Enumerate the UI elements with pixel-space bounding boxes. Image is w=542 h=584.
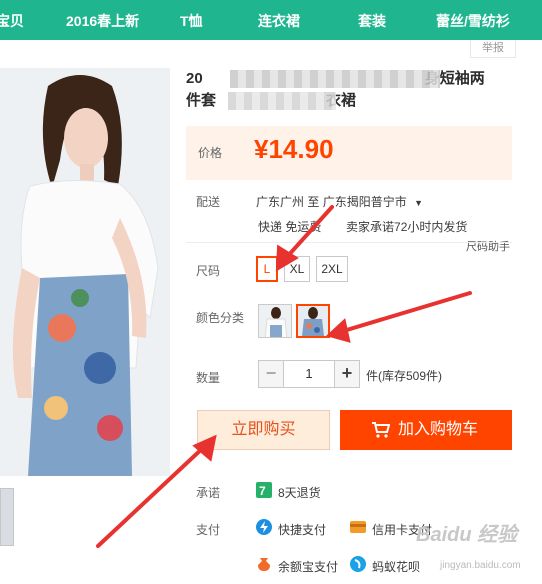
quantity-increase-button[interactable]: +: [334, 360, 360, 388]
huabei-icon: [350, 556, 366, 572]
payment-label: 支付: [196, 523, 221, 537]
price-label: 价格: [198, 146, 223, 160]
size-helper-link[interactable]: 尺码助手: [466, 238, 510, 254]
arrowhead-color: [326, 318, 351, 343]
quick-pay-icon: [256, 519, 272, 535]
buy-now-button[interactable]: 立即购买: [197, 410, 330, 450]
title-redaction-mosaic-2: [228, 92, 336, 110]
huabei-pay[interactable]: 蚂蚁花呗: [372, 558, 420, 575]
size-option-l[interactable]: L: [256, 256, 278, 282]
ship-to-word: 至: [307, 195, 320, 209]
gallery-thumbnail[interactable]: [0, 488, 14, 546]
category-nav: 宝贝 2016春上新 T恤 连衣裙 套装 蕾丝/雪纺衫: [0, 0, 542, 40]
product-main-image[interactable]: [0, 68, 170, 476]
arrow-to-color: [338, 291, 472, 334]
yuebao-pay[interactable]: 余额宝支付: [278, 558, 338, 575]
nav-item-lace[interactable]: 蕾丝/雪纺衫: [436, 11, 510, 31]
quantity-input[interactable]: 1: [284, 360, 334, 388]
shipping-label: 配送: [196, 195, 221, 209]
size-option-2xl[interactable]: 2XL: [316, 256, 348, 282]
nav-item-dress[interactable]: 连衣裙: [258, 11, 300, 31]
ship-to: 广东揭阳普宁市: [322, 195, 407, 209]
color-swatch-image: [259, 305, 291, 337]
nav-item-tshirt[interactable]: T恤: [180, 11, 203, 31]
nav-item-suit[interactable]: 套装: [358, 11, 386, 31]
price-value: ¥14.90: [254, 134, 334, 164]
ship-from: 广东广州: [256, 195, 305, 209]
color-label: 颜色分类: [196, 311, 245, 325]
color-option-2[interactable]: [296, 304, 330, 338]
chevron-down-icon[interactable]: ▼: [414, 198, 423, 208]
quantity-decrease-button[interactable]: −: [258, 360, 284, 388]
price-panel: 价格 ¥14.90: [186, 126, 512, 180]
color-option-1[interactable]: [258, 304, 292, 338]
express-free: 快递 免运费: [258, 220, 322, 234]
baidu-jingyan-watermark: Baidu 经验: [416, 524, 518, 546]
watermark-url: jingyan.baidu.com: [440, 560, 521, 571]
add-to-cart-label: 加入购物车: [397, 421, 478, 438]
svg-text:7: 7: [259, 484, 266, 498]
nav-item-spring-new[interactable]: 2016春上新: [66, 11, 139, 31]
promise-label: 承诺: [196, 486, 221, 500]
divider: [186, 242, 512, 243]
title-line2-start: 件套: [186, 92, 217, 109]
return-7day-icon: 7: [256, 482, 272, 498]
return-policy[interactable]: 8天退货: [278, 484, 321, 501]
shipping-details: 快递 免运费 卖家承诺72小时内发货: [258, 218, 467, 235]
size-option-xl[interactable]: XL: [284, 256, 310, 282]
title-redaction-mosaic: [230, 70, 440, 88]
cart-icon: [372, 422, 390, 438]
nav-item-baobei[interactable]: 宝贝: [0, 11, 24, 31]
title-line1-start: 20: [186, 70, 203, 87]
report-link[interactable]: 举报: [470, 40, 516, 58]
yuebao-icon: [258, 558, 270, 571]
credit-card-icon: [350, 521, 366, 533]
ship-promise: 卖家承诺72小时内发货: [346, 220, 468, 234]
quick-pay[interactable]: 快捷支付: [278, 521, 326, 538]
stock-count: 件(库存509件): [366, 369, 443, 383]
add-to-cart-button[interactable]: 加入购物车: [340, 410, 512, 450]
size-label: 尺码: [196, 264, 221, 278]
quantity-label: 数量: [196, 371, 221, 385]
model-photo-illustration: [0, 68, 170, 476]
shipping-route[interactable]: 广东广州 至 广东揭阳普宁市 ▼: [256, 193, 423, 210]
color-swatch-image: [298, 306, 328, 336]
